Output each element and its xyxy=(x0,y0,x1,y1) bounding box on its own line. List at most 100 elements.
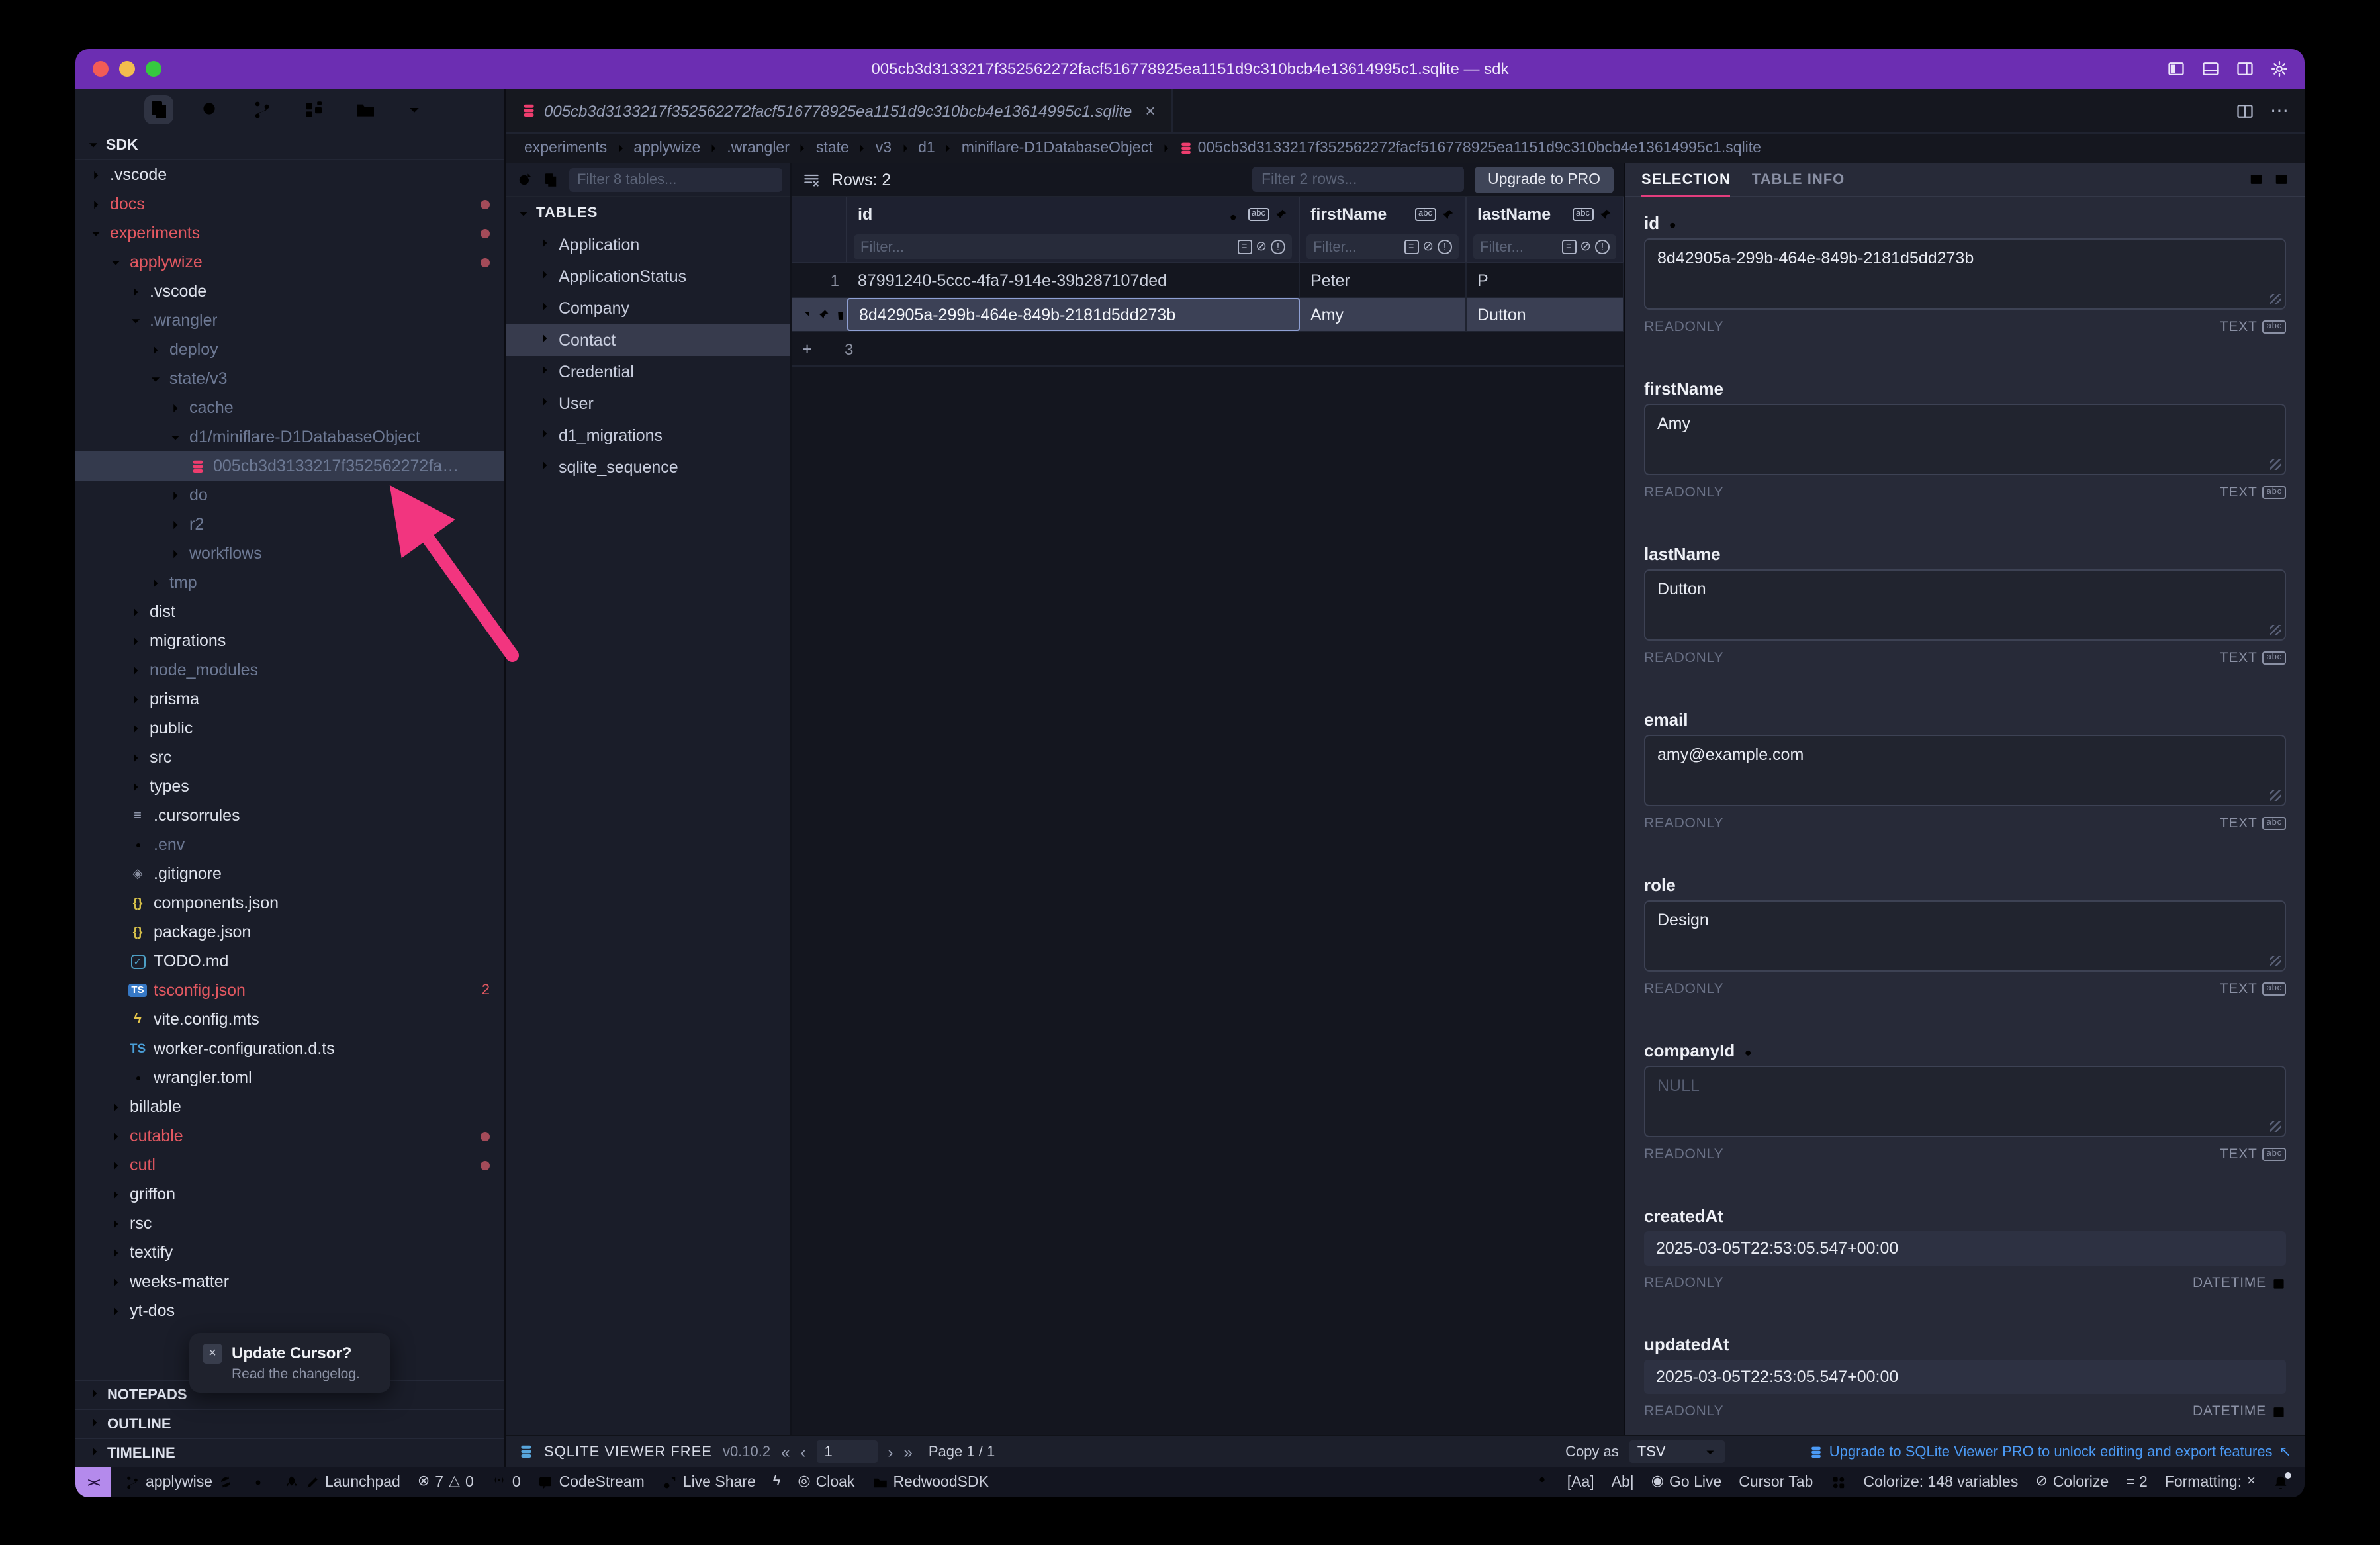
toggle-sidebar-left-icon[interactable] xyxy=(2167,60,2185,78)
tree-item-folder[interactable]: node_modules xyxy=(75,655,504,684)
remote-indicator[interactable]: >< xyxy=(75,1467,111,1497)
status-item-notifications[interactable] xyxy=(2273,1474,2289,1490)
tree-item-folder[interactable]: prisma xyxy=(75,684,504,714)
status-item-colorize-variables[interactable]: Colorize: 148 variables xyxy=(1863,1474,2018,1490)
status-item-formatting[interactable]: Formatting:× xyxy=(2165,1474,2256,1490)
table-row[interactable]: 187991240-5ccc-4fa7-914e-39b287107dedPet… xyxy=(792,263,1624,298)
tree-item-folder[interactable]: cutl xyxy=(75,1150,504,1180)
tree-item-folder[interactable]: .wrangler xyxy=(75,306,504,335)
sidebar-section-outline[interactable]: OUTLINE xyxy=(75,1409,504,1438)
tree-item-folder[interactable]: docs xyxy=(75,189,504,218)
toggle-sidebar-right-icon[interactable] xyxy=(2236,60,2254,78)
tree-item-file[interactable]: ◈.gitignore xyxy=(75,859,504,888)
close-window-button[interactable] xyxy=(93,61,109,77)
filter-equals-icon[interactable]: ≡ xyxy=(1404,240,1418,254)
filter-null-icon[interactable]: ! xyxy=(1438,240,1452,254)
breadcrumb-item[interactable]: v3 xyxy=(876,140,892,156)
status-item-colorize[interactable]: ⊘Colorize xyxy=(2035,1474,2109,1490)
panel-layout-icon[interactable] xyxy=(2249,172,2264,187)
tree-item-file[interactable]: ϟvite.config.mts xyxy=(75,1005,504,1034)
breadcrumb-item[interactable]: miniflare-D1DatabaseObject xyxy=(962,140,1153,156)
cell-lastName[interactable]: Dutton xyxy=(1467,298,1624,331)
tree-item-folder[interactable]: src xyxy=(75,743,504,772)
field-value[interactable]: amy@example.com xyxy=(1644,735,2286,806)
status-item-match-case[interactable]: [Aa] xyxy=(1567,1474,1594,1490)
field-value[interactable]: 2025-03-05T22:53:05.547+00:00 xyxy=(1644,1231,2286,1266)
column-filter-id[interactable]: Filter... ≡ ⊘ ! xyxy=(847,232,1300,262)
zoom-window-button[interactable] xyxy=(146,61,161,77)
filter-tables-input[interactable] xyxy=(569,167,782,191)
tree-item-folder[interactable]: rsc xyxy=(75,1209,504,1238)
upgrade-pro-link[interactable]: Upgrade to SQLite Viewer PRO to unlock e… xyxy=(1809,1443,2291,1460)
tree-item-file[interactable]: ✓TODO.md xyxy=(75,947,504,976)
pin-column-icon[interactable] xyxy=(1598,207,1612,222)
status-item-launchpad[interactable]: Launchpad xyxy=(283,1474,400,1490)
breadcrumb-item[interactable]: applywize xyxy=(633,140,700,156)
field-value[interactable]: Design xyxy=(1644,900,2286,972)
column-filter-lastName[interactable]: Filter... ≡ ⊘ ! xyxy=(1467,232,1624,262)
status-item-whole-word[interactable]: Ab| xyxy=(1612,1474,1634,1490)
tree-item-folder[interactable]: public xyxy=(75,714,504,743)
filter-equals-icon[interactable]: ≡ xyxy=(1237,240,1252,254)
filter-equals-icon[interactable]: ≡ xyxy=(1561,240,1576,254)
table-item-user[interactable]: User xyxy=(506,388,790,420)
status-item-extension-grid[interactable] xyxy=(1830,1474,1846,1490)
next-page-icon[interactable]: › xyxy=(888,1442,893,1461)
tree-item-folder[interactable]: r2 xyxy=(75,510,504,539)
tree-item-file[interactable]: ≡.cursorrules xyxy=(75,801,504,830)
last-page-icon[interactable]: » xyxy=(904,1442,913,1461)
minimize-window-button[interactable] xyxy=(119,61,135,77)
tree-item-folder[interactable]: billable xyxy=(75,1092,504,1121)
more-actions-icon[interactable]: ⋯ xyxy=(2270,99,2289,122)
cell-firstName[interactable]: Peter xyxy=(1300,263,1467,297)
copy-format-select[interactable]: TSV xyxy=(1629,1440,1725,1463)
table-item-credential[interactable]: Credential xyxy=(506,356,790,388)
tree-item-folder[interactable]: do xyxy=(75,481,504,510)
pin-column-icon[interactable] xyxy=(1273,207,1288,222)
status-item-lightning[interactable]: ϟ xyxy=(773,1475,781,1489)
source-control-icon[interactable] xyxy=(248,95,277,124)
settings-gear-icon[interactable] xyxy=(2270,60,2289,78)
status-item-cursor-tab[interactable]: Cursor Tab xyxy=(1739,1474,1813,1490)
cell-id[interactable]: 87991240-5ccc-4fa7-914e-39b287107ded xyxy=(847,263,1300,297)
tree-item-folder[interactable]: state/v3 xyxy=(75,364,504,393)
field-value[interactable]: Amy xyxy=(1644,404,2286,475)
tree-item-file[interactable]: {}package.json xyxy=(75,917,504,947)
tree-item-folder[interactable]: types xyxy=(75,772,504,801)
tree-item-folder[interactable]: .vscode xyxy=(75,160,504,189)
filter-null-icon[interactable]: ! xyxy=(1595,240,1610,254)
tree-item-folder[interactable]: dist xyxy=(75,597,504,626)
column-header-firstName[interactable]: firstName abc xyxy=(1300,197,1467,232)
status-item-source-control-graph[interactable] xyxy=(250,1474,265,1490)
tree-item-folder[interactable]: yt-dos xyxy=(75,1296,504,1325)
previous-page-icon[interactable]: ‹ xyxy=(801,1442,806,1461)
tree-item-folder[interactable]: .vscode xyxy=(75,277,504,306)
tree-item-file[interactable]: TStsconfig.json2 xyxy=(75,976,504,1005)
field-value[interactable]: 2025-03-05T22:53:05.547+00:00 xyxy=(1644,1360,2286,1394)
pin-row-icon[interactable] xyxy=(817,308,830,321)
panel-layout-icon[interactable] xyxy=(2274,172,2289,187)
tree-item-file[interactable]: 005cb3d3133217f352562272facf516778925ea1… xyxy=(75,451,504,481)
tables-section-header[interactable]: TABLES xyxy=(506,197,790,229)
table-item-contact[interactable]: Contact xyxy=(506,324,790,356)
column-header-lastName[interactable]: lastName abc xyxy=(1467,197,1624,232)
tree-item-folder[interactable]: cutable xyxy=(75,1121,504,1150)
status-item-branch[interactable]: applywise xyxy=(124,1474,232,1490)
search-icon[interactable] xyxy=(196,95,225,124)
status-item-cloak[interactable]: ◎Cloak xyxy=(798,1474,854,1490)
refresh-icon[interactable] xyxy=(516,171,532,187)
tree-item-folder[interactable]: d1/miniflare-D1DatabaseObject xyxy=(75,422,504,451)
tree-item-folder[interactable]: deploy xyxy=(75,335,504,364)
filter-null-icon[interactable]: ! xyxy=(1271,240,1285,254)
breadcrumb-item[interactable]: .wrangler xyxy=(727,140,790,156)
tree-item-folder[interactable]: migrations xyxy=(75,626,504,655)
filter-rows-input[interactable] xyxy=(1252,167,1464,192)
close-icon[interactable]: × xyxy=(203,1344,222,1364)
table-item-company[interactable]: Company xyxy=(506,293,790,324)
tree-item-folder[interactable]: textify xyxy=(75,1238,504,1267)
status-item-ports[interactable]: 0 xyxy=(491,1474,521,1490)
page-number-input[interactable] xyxy=(817,1440,878,1463)
open-row-icon[interactable] xyxy=(800,308,813,321)
filter-not-icon[interactable]: ⊘ xyxy=(1422,240,1434,254)
status-item-go-live[interactable]: ◉Go Live xyxy=(1651,1474,1722,1490)
